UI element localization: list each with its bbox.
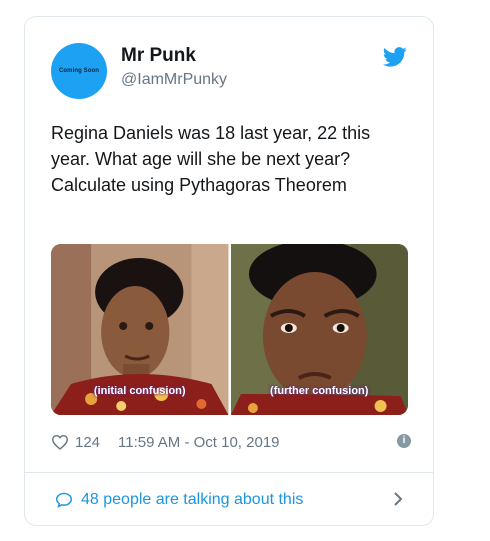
tweet-card: Coming Soon Mr Punk @IamMrPunky Regina D… (24, 16, 434, 526)
tweet-meta: 124 11:59 AM - Oct 10, 2019 i (51, 431, 411, 453)
media-photo-left[interactable]: (initial confusion) (51, 244, 229, 415)
media-photo-right[interactable]: (further confusion) (230, 244, 408, 415)
twitter-bird-icon[interactable] (383, 47, 407, 67)
divider (25, 472, 433, 473)
avatar-text: Coming Soon (58, 68, 100, 74)
tweet-text: Regina Daniels was 18 last year, 22 this… (51, 123, 371, 195)
comment-bubble-icon (55, 492, 73, 508)
info-icon[interactable]: i (397, 434, 411, 448)
avatar[interactable]: Coming Soon (51, 43, 107, 99)
talking-text[interactable]: 48 people are talking about this (81, 491, 303, 509)
like-count[interactable]: 124 (75, 434, 100, 451)
timestamp[interactable]: 11:59 AM - Oct 10, 2019 (118, 434, 279, 451)
chevron-right-icon[interactable] (393, 491, 403, 507)
caption-left: (initial confusion) (93, 385, 186, 397)
talking-link[interactable]: 48 people are talking about this (55, 489, 403, 511)
author-handle[interactable]: @IamMrPunky (121, 71, 227, 89)
caption-right: (further confusion) (270, 385, 369, 397)
tweet-media[interactable]: (initial confusion) (further confusion) (51, 244, 408, 415)
author-name[interactable]: Mr Punk (121, 45, 196, 67)
heart-icon[interactable] (51, 434, 69, 450)
